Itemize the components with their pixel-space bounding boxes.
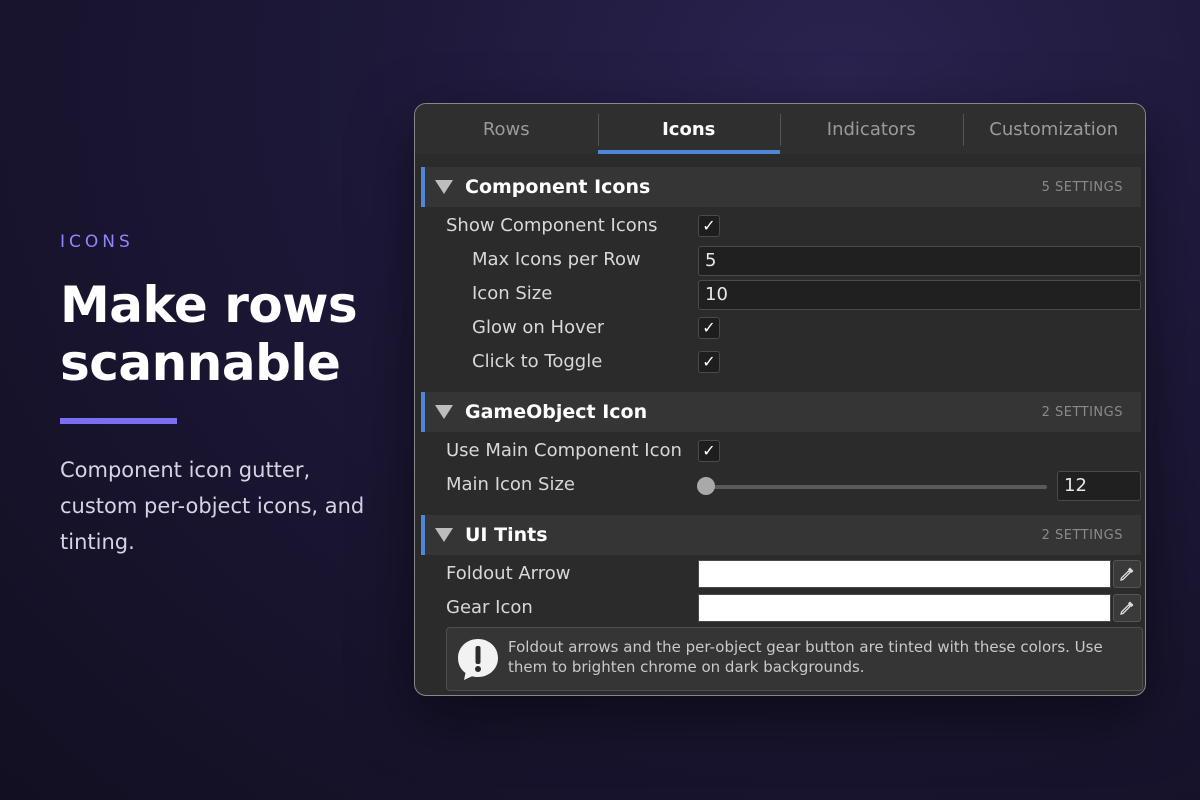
settings-count: 5 SETTINGS <box>1041 179 1123 195</box>
section-accent-bar <box>421 515 425 555</box>
accent-rule <box>60 418 177 424</box>
info-text: Foldout arrows and the per-object gear b… <box>508 638 1103 676</box>
gear-icon-label: Gear Icon <box>446 597 533 618</box>
use-main-component-icon-label: Use Main Component Icon <box>446 440 682 461</box>
section-header-ui-tints[interactable]: UI Tints 2 SETTINGS <box>421 515 1141 555</box>
warning-icon <box>458 639 498 680</box>
section-accent-bar <box>421 167 425 207</box>
show-component-icons-checkbox[interactable]: ✓ <box>698 215 720 237</box>
settings-count: 2 SETTINGS <box>1041 527 1123 543</box>
headline: Make rows scannable <box>60 276 400 392</box>
use-main-component-icon-checkbox[interactable]: ✓ <box>698 440 720 462</box>
row-max-icons: Max Icons per Row 5 <box>415 244 1145 276</box>
foldout-arrow-icon[interactable] <box>435 180 453 194</box>
section-title: Component Icons <box>465 176 651 198</box>
foldout-arrow-icon[interactable] <box>435 528 453 542</box>
row-foldout-arrow: Foldout Arrow <box>415 558 1145 590</box>
row-main-icon-size: Main Icon Size 12 <box>415 469 1145 501</box>
glow-on-hover-label: Glow on Hover <box>472 317 605 338</box>
tab-icons[interactable]: Icons <box>597 104 781 154</box>
section-title: GameObject Icon <box>465 401 648 423</box>
eyedropper-icon[interactable] <box>1113 594 1141 622</box>
section-accent-bar <box>421 392 425 432</box>
tab-customization[interactable]: Customization <box>962 104 1146 154</box>
section-header-gameobject-icon[interactable]: GameObject Icon 2 SETTINGS <box>421 392 1141 432</box>
click-to-toggle-checkbox[interactable]: ✓ <box>698 351 720 373</box>
max-icons-label: Max Icons per Row <box>472 249 641 270</box>
show-component-icons-label: Show Component Icons <box>446 215 658 236</box>
row-glow-on-hover: Glow on Hover ✓ <box>415 312 1145 344</box>
row-gear-icon: Gear Icon <box>415 592 1145 624</box>
foldout-arrow-icon[interactable] <box>435 405 453 419</box>
icon-size-label: Icon Size <box>472 283 553 304</box>
foldout-arrow-color-field[interactable] <box>698 560 1111 588</box>
max-icons-input[interactable]: 5 <box>698 246 1141 276</box>
gear-icon-color-field[interactable] <box>698 594 1111 622</box>
click-to-toggle-label: Click to Toggle <box>472 351 603 372</box>
main-icon-size-slider-handle[interactable] <box>697 477 715 495</box>
hero-description: Component icon gutter, custom per-object… <box>60 458 365 554</box>
tab-rows[interactable]: Rows <box>415 104 598 154</box>
main-icon-size-input[interactable]: 12 <box>1057 471 1141 501</box>
row-icon-size: Icon Size 10 <box>415 278 1145 310</box>
settings-count: 2 SETTINGS <box>1041 404 1123 420</box>
hero: ICONS Make rows scannable Component icon… <box>60 232 400 560</box>
tab-bar: Rows Icons Indicators Customization <box>415 104 1145 154</box>
row-click-to-toggle: Click to Toggle ✓ <box>415 346 1145 378</box>
tab-indicators[interactable]: Indicators <box>780 104 963 154</box>
main-icon-size-slider-track[interactable] <box>705 485 1047 489</box>
foldout-arrow-label: Foldout Arrow <box>446 563 571 584</box>
icon-size-input[interactable]: 10 <box>698 280 1141 310</box>
headline-line-2: scannable <box>60 334 341 392</box>
main-icon-size-label: Main Icon Size <box>446 474 575 495</box>
section-title: UI Tints <box>465 524 548 546</box>
eyebrow-label: ICONS <box>60 232 134 252</box>
row-use-main-component-icon: Use Main Component Icon ✓ <box>415 435 1145 467</box>
headline-line-1: Make rows <box>60 276 358 334</box>
settings-panel: Rows Icons Indicators Customization Comp… <box>414 103 1146 696</box>
row-show-component-icons: Show Component Icons ✓ <box>415 210 1145 242</box>
info-helpbox: Foldout arrows and the per-object gear b… <box>446 627 1143 691</box>
section-header-component-icons[interactable]: Component Icons 5 SETTINGS <box>421 167 1141 207</box>
glow-on-hover-checkbox[interactable]: ✓ <box>698 317 720 339</box>
eyedropper-icon[interactable] <box>1113 560 1141 588</box>
